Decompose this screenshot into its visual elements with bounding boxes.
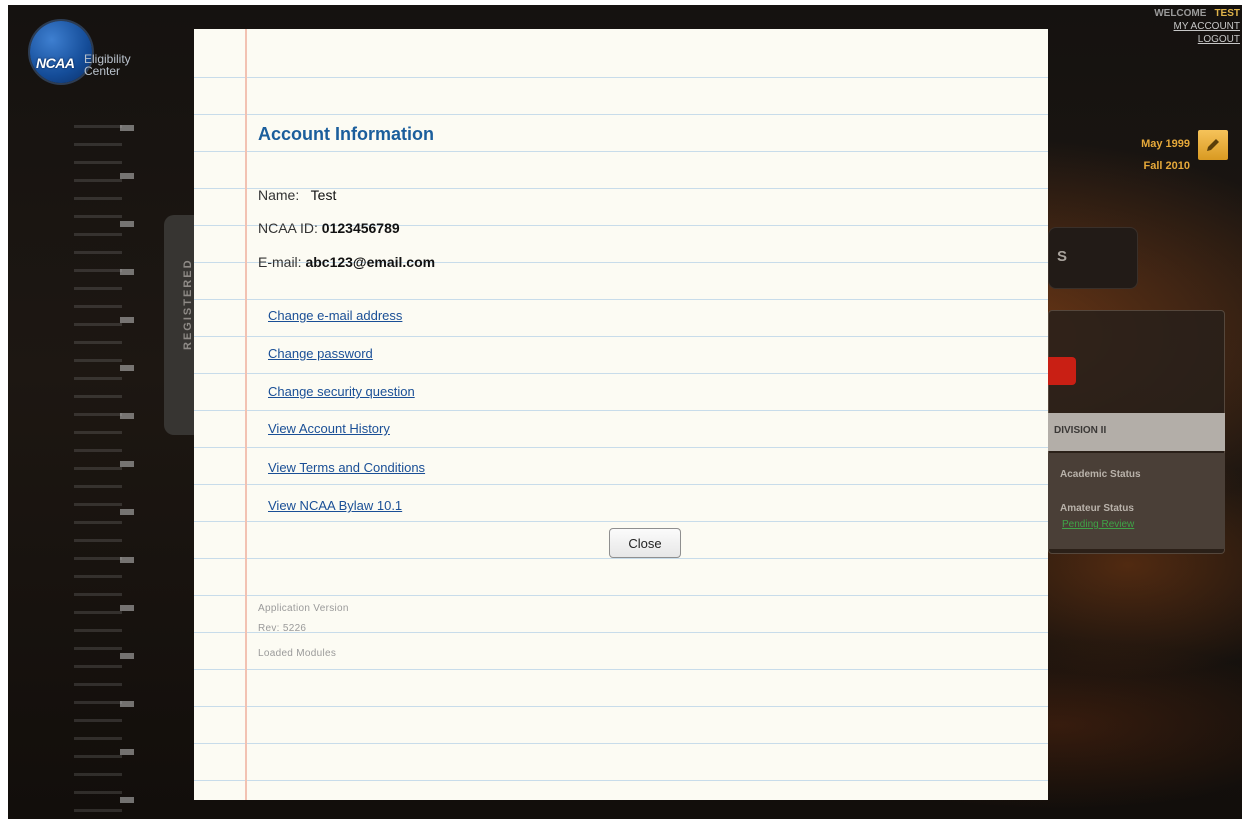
- name-row: Name: Test: [258, 187, 336, 203]
- account-information-modal: Account Information Name: Test NCAA ID: …: [194, 29, 1048, 800]
- hash-mark-decoration: [120, 125, 134, 815]
- ncaa-id-row: NCAA ID: 0123456789: [258, 220, 400, 236]
- ncaa-id-label: NCAA ID:: [258, 220, 318, 236]
- background-box-text: S: [1057, 248, 1068, 265]
- view-bylaw-link[interactable]: View NCAA Bylaw 10.1: [268, 498, 402, 513]
- change-security-question-link[interactable]: Change security question: [268, 384, 415, 399]
- account-menu: WELCOME TEST MY ACCOUNT LOGOUT: [1154, 7, 1240, 46]
- pencil-icon: [1207, 139, 1219, 151]
- loaded-modules-label: Loaded Modules: [258, 648, 337, 659]
- application-version-label: Application Version: [258, 603, 349, 614]
- registered-label: REGISTERED: [182, 258, 194, 350]
- enrollment-term: Fall 2010: [1143, 160, 1190, 172]
- amateur-status-label: Amateur Status: [1060, 503, 1134, 514]
- email-value: abc123@email.com: [305, 254, 436, 270]
- change-email-link[interactable]: Change e-mail address: [268, 308, 402, 323]
- my-account-link[interactable]: MY ACCOUNT: [1154, 20, 1241, 33]
- ncaa-logo-icon: [30, 21, 92, 83]
- edit-dates-button[interactable]: [1198, 130, 1228, 160]
- ncaa-id-value: 0123456789: [321, 220, 400, 236]
- background-red-button[interactable]: [1048, 357, 1076, 385]
- email-row: E-mail: abc123@email.com: [258, 254, 435, 270]
- background-status-box: S: [1048, 227, 1138, 289]
- logout-link[interactable]: LOGOUT: [1154, 33, 1240, 46]
- revision-label: Rev: 5226: [258, 623, 307, 634]
- change-password-link[interactable]: Change password: [268, 346, 373, 361]
- close-button[interactable]: Close: [609, 528, 681, 558]
- welcome-user-name: TEST: [1214, 8, 1240, 19]
- academic-status-label: Academic Status: [1060, 469, 1141, 480]
- email-label: E-mail:: [258, 254, 302, 270]
- logo-text: NCAA: [36, 55, 75, 71]
- view-terms-link[interactable]: View Terms and Conditions: [268, 460, 425, 475]
- date-info: May 1999 Fall 2010: [1120, 133, 1190, 177]
- pending-review-link[interactable]: Pending Review: [1062, 519, 1134, 530]
- name-value: Test: [310, 187, 337, 203]
- birth-date: May 1999: [1141, 138, 1190, 150]
- modal-title: Account Information: [258, 124, 434, 144]
- division-label: DIVISION II: [1054, 425, 1107, 436]
- logo-subtitle: Eligibility Center: [84, 52, 131, 78]
- division-body: [1048, 453, 1225, 549]
- view-account-history-link[interactable]: View Account History: [268, 421, 390, 436]
- name-label: Name:: [258, 187, 300, 203]
- welcome-label: WELCOME: [1154, 8, 1207, 19]
- yard-line-decoration: [74, 125, 122, 815]
- division-header: DIVISION II: [1048, 413, 1225, 451]
